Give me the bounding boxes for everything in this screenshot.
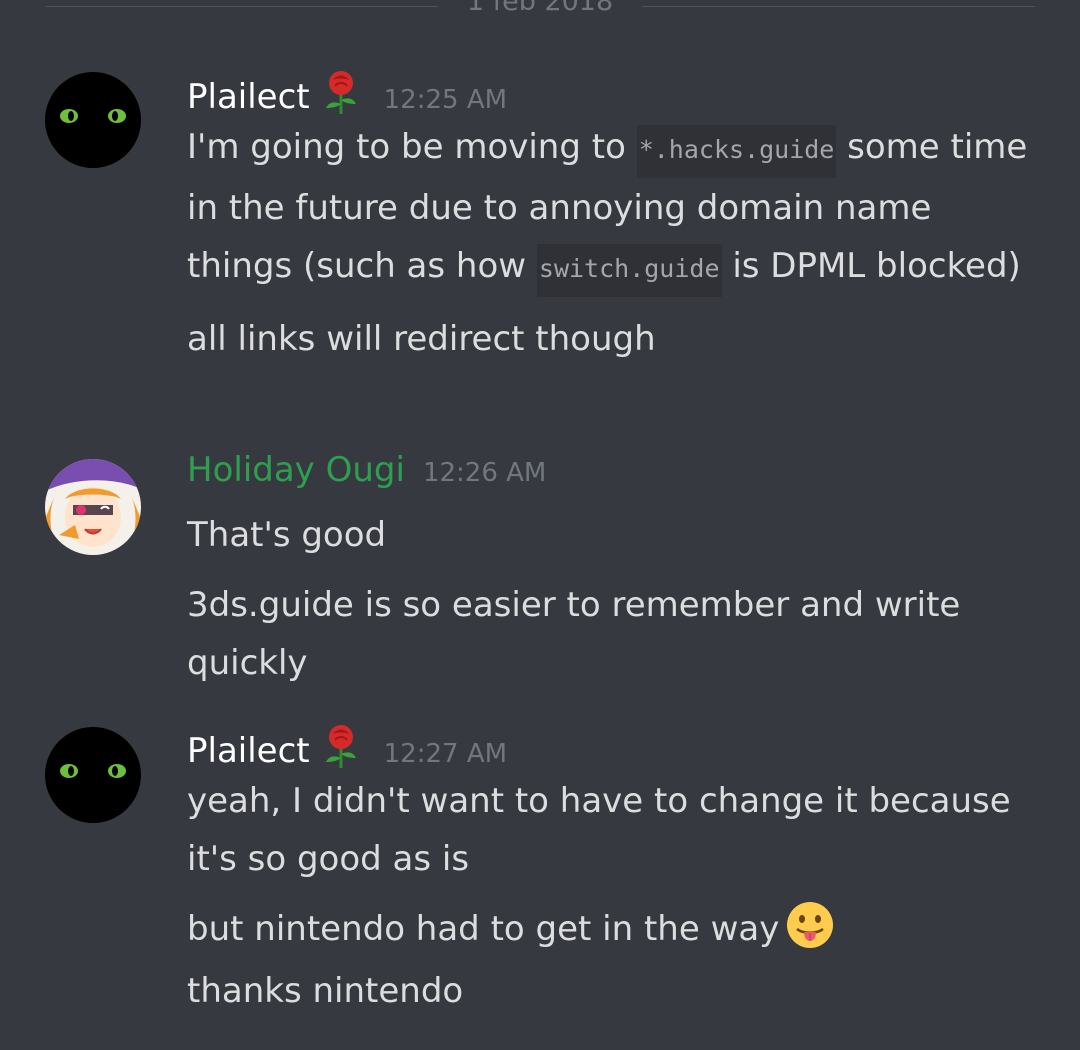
- message-text: That's good: [187, 515, 387, 555]
- message-text: I'm going to be moving to *.hacks.guide …: [187, 118, 1047, 298]
- message-text: 3ds.guide is so easier to remember and w…: [187, 585, 961, 683]
- message-text: yeah, I didn't want to have to change it…: [187, 781, 1011, 879]
- message-group-3: Plailect 12:27 AM yeah, I didn't want to…: [187, 716, 1047, 1020]
- message-header: Plailect 12:25 AM: [187, 62, 1047, 118]
- timestamp: 12:26 AM: [422, 458, 547, 488]
- avatar-plailect[interactable]: [45, 72, 141, 168]
- message-text: thanks nintendo: [187, 971, 464, 1011]
- face-with-tongue-icon: [785, 900, 835, 950]
- message-text: all links will redirect though: [187, 319, 656, 359]
- message-group-2: Holiday Ougi 12:26 AM That's good 3ds.gu…: [187, 450, 1047, 692]
- timestamp: 12:27 AM: [383, 739, 508, 769]
- username[interactable]: Holiday Ougi: [187, 450, 405, 490]
- inline-code: switch.guide: [536, 244, 722, 297]
- divider-date: 1 feb 2018: [466, 0, 614, 17]
- rose-icon: [320, 724, 362, 770]
- dragon-avatar-icon: [45, 72, 141, 168]
- message-group-1: Plailect 12:25 AM I'm going to be moving…: [187, 62, 1047, 368]
- date-divider: 1 feb 2018: [0, 0, 1080, 20]
- message-header: Plailect 12:27 AM: [187, 716, 1047, 772]
- avatar-holiday-ougi[interactable]: [45, 459, 141, 555]
- message-header: Holiday Ougi 12:26 AM: [187, 450, 1047, 506]
- username[interactable]: Plailect: [187, 731, 310, 771]
- message-text: but nintendo had to get in the way: [187, 900, 1047, 958]
- avatar-plailect[interactable]: [45, 727, 141, 823]
- dragon-avatar-icon: [45, 727, 141, 823]
- divider-line-right: [642, 6, 1035, 7]
- inline-code: *.hacks.guide: [636, 125, 837, 178]
- rose-icon: [320, 70, 362, 116]
- username[interactable]: Plailect: [187, 77, 310, 117]
- inkling-avatar-icon: [45, 459, 141, 555]
- timestamp: 12:25 AM: [383, 85, 508, 115]
